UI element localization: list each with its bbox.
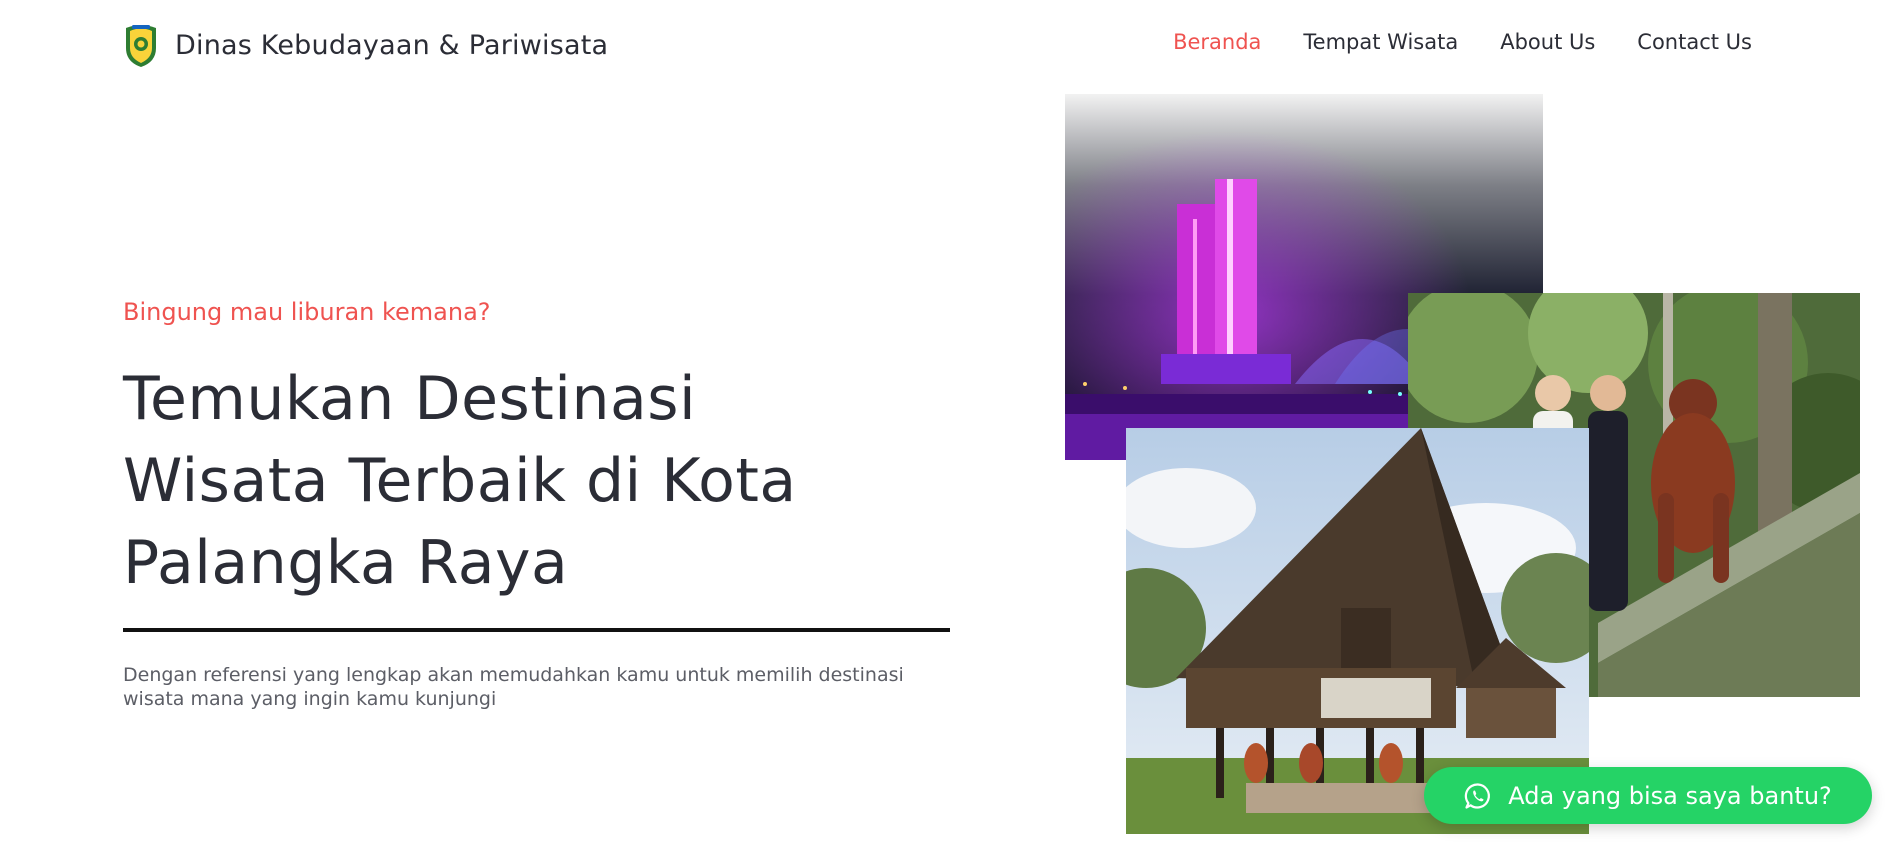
- hero-description: Dengan referensi yang lengkap akan memud…: [123, 664, 904, 710]
- nav-contact-us[interactable]: Contact Us: [1637, 30, 1752, 54]
- hero-subtitle: Bingung mau liburan kemana?: [123, 298, 491, 326]
- headline-line-2: Wisata Terbaik di Kota: [123, 446, 797, 516]
- headline-line-1: Temukan Destinasi: [123, 364, 697, 434]
- whatsapp-button-label: Ada yang bisa saya bantu?: [1508, 781, 1832, 810]
- hero-headline: Temukan Destinasi Wisata Terbaik di Kota…: [123, 358, 943, 604]
- nav-tempat-wisata[interactable]: Tempat Wisata: [1303, 30, 1458, 54]
- main-nav: Beranda Tempat Wisata About Us Contact U…: [1173, 30, 1752, 54]
- regional-crest-icon: [126, 25, 156, 67]
- nav-about-us[interactable]: About Us: [1500, 30, 1595, 54]
- nav-beranda[interactable]: Beranda: [1173, 30, 1261, 54]
- brand-title: Dinas Kebudayaan & Pariwisata: [175, 29, 609, 61]
- whatsapp-chat-button[interactable]: Ada yang bisa saya bantu?: [1424, 767, 1872, 824]
- hero-divider: [123, 628, 950, 632]
- brand[interactable]: Dinas Kebudayaan & Pariwisata: [123, 22, 608, 68]
- headline-line-3: Palangka Raya: [123, 528, 569, 598]
- whatsapp-icon: [1464, 782, 1491, 809]
- landing-page: Dinas Kebudayaan & Pariwisata Beranda Te…: [0, 0, 1897, 853]
